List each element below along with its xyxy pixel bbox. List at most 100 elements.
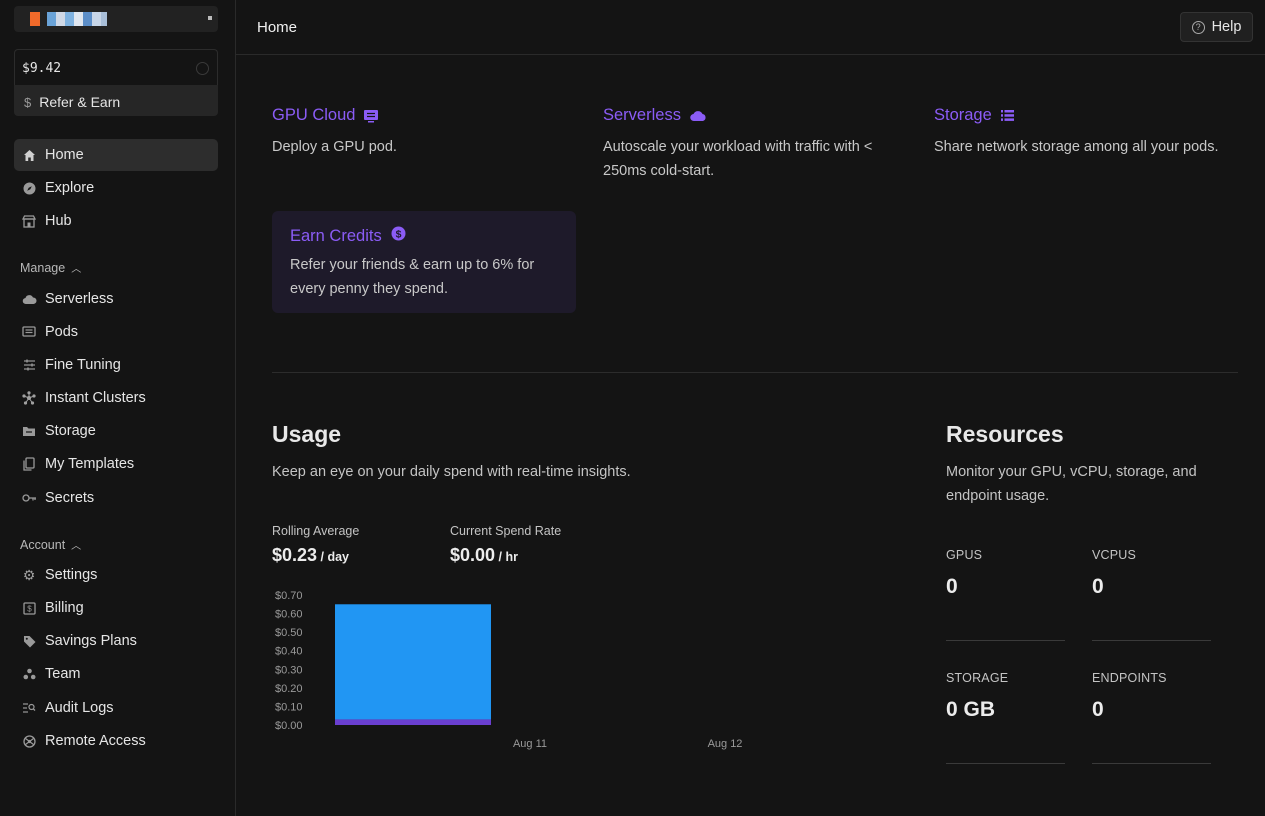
rolling-average-label: Rolling Average: [272, 524, 360, 538]
earn-credits-heading: Earn Credits $: [290, 226, 558, 246]
sidebar-item-hub[interactable]: Hub: [14, 205, 218, 237]
sidebar-item-label: Savings Plans: [45, 633, 137, 649]
sidebar-item-label: Pods: [45, 324, 79, 340]
refresh-ring-icon[interactable]: [196, 62, 209, 75]
y-tick-label: $0.30: [275, 664, 303, 676]
chevron-up-icon: ︿: [71, 264, 82, 275]
sidebar-item-team[interactable]: Team: [14, 658, 218, 690]
sidebar-item-serverless[interactable]: Serverless: [14, 283, 218, 315]
storage-divider: [946, 763, 1065, 764]
serverless-heading[interactable]: Serverless: [603, 106, 872, 125]
cloud-icon: [689, 110, 707, 122]
pods-icon: [21, 324, 37, 340]
y-tick-label: $0.70: [275, 590, 303, 602]
spend-rate-unit: / hr: [495, 550, 518, 564]
resources-desc-line2: endpoint usage.: [946, 488, 1050, 504]
account-switcher[interactable]: [14, 6, 218, 32]
spend-rate-label: Current Spend Rate: [450, 524, 562, 538]
help-button[interactable]: ? Help: [1180, 12, 1253, 42]
account-section-toggle[interactable]: Account ︿: [20, 537, 81, 552]
storage-heading[interactable]: Storage: [934, 106, 1219, 125]
earn-credits-desc-line2: every penny they spend.: [290, 281, 448, 297]
y-tick-label: $0.00: [275, 720, 303, 732]
help-label: Help: [1211, 19, 1242, 35]
earn-credits-title: Earn Credits: [290, 226, 382, 245]
sidebar-item-pods[interactable]: Pods: [14, 316, 218, 348]
storage-card[interactable]: Storage Share network storage among all …: [934, 106, 1219, 159]
usage-desc: Keep an eye on your daily spend with rea…: [272, 464, 631, 480]
vcpus-divider: [1092, 640, 1211, 641]
y-tick-label: $0.40: [275, 646, 303, 658]
folder-icon: [21, 423, 37, 439]
svg-text:$: $: [395, 228, 401, 240]
svg-text:$: $: [27, 604, 32, 613]
gpu-cloud-title: GPU Cloud: [272, 106, 356, 124]
billing-icon: $: [21, 600, 37, 616]
audit-icon: [21, 700, 37, 716]
monitor-icon: [363, 109, 379, 123]
sidebar-item-storage[interactable]: Storage: [14, 415, 218, 447]
sidebar-item-my-templates[interactable]: My Templates: [14, 448, 218, 480]
storage-value: 0 GB: [946, 698, 996, 721]
serverless-desc-line1: Autoscale your workload with traffic wit…: [603, 139, 873, 155]
sidebar-item-label: Hub: [45, 213, 72, 229]
gear-icon: ⚙: [22, 566, 36, 583]
sidebar-item-explore[interactable]: Explore: [14, 172, 218, 204]
sliders-icon: [21, 357, 37, 373]
earn-credits-card[interactable]: Earn Credits $ Refer your friends & earn…: [272, 211, 576, 313]
manage-section-toggle[interactable]: Manage ︿: [20, 260, 81, 275]
serverless-title: Serverless: [603, 106, 681, 124]
storage-label: STORAGE: [946, 671, 1009, 685]
sidebar-item-instant-clusters[interactable]: Instant Clusters: [14, 382, 218, 414]
serverless-desc: Autoscale your workload with traffic wit…: [603, 135, 872, 183]
vcpus-value: 0: [1092, 575, 1104, 598]
y-tick-label: $0.10: [275, 701, 303, 713]
account-name-blurred: [47, 12, 107, 26]
account-avatar-icon: [30, 12, 40, 26]
rolling-average-value: $0.23 / day: [272, 545, 349, 566]
globe-icon: [21, 733, 37, 749]
resources-desc-line1: Monitor your GPU, vCPU, storage, and: [946, 464, 1197, 480]
x-tick-label: Aug 11: [513, 738, 547, 750]
storage-title: Storage: [934, 106, 992, 124]
sidebar-item-fine-tuning[interactable]: Fine Tuning: [14, 349, 218, 381]
balance-display: $9.42: [14, 49, 218, 85]
top-header: Home ? Help: [236, 0, 1265, 55]
sidebar-item-label: Home: [45, 147, 84, 163]
sidebar-item-home[interactable]: Home: [14, 139, 218, 171]
gpu-cloud-heading[interactable]: GPU Cloud: [272, 106, 397, 125]
sidebar-item-billing[interactable]: $ Billing: [14, 592, 218, 624]
sidebar-item-label: My Templates: [45, 456, 135, 472]
y-tick-label: $0.50: [275, 627, 303, 639]
sidebar-item-settings[interactable]: ⚙ Settings: [14, 559, 218, 591]
bar-aug-10-series-0[interactable]: [335, 719, 491, 725]
endpoints-label: ENDPOINTS: [1092, 671, 1167, 685]
bar-aug-10-series-1[interactable]: [335, 604, 491, 720]
spend-rate-value: $0.00 / hr: [450, 545, 518, 566]
sidebar-item-secrets[interactable]: Secrets: [14, 482, 218, 514]
usage-title: Usage: [272, 421, 342, 447]
gpu-cloud-desc: Deploy a GPU pod.: [272, 139, 397, 155]
page-title: Home: [257, 19, 298, 36]
compass-icon: [21, 180, 37, 196]
team-icon: [21, 666, 37, 682]
sidebar-item-label: Remote Access: [45, 733, 146, 749]
dollar-circle-icon: $: [391, 226, 406, 246]
cloud-icon: [21, 291, 37, 307]
y-tick-label: $0.60: [275, 609, 303, 621]
sidebar-item-label: Fine Tuning: [45, 357, 121, 373]
serverless-card[interactable]: Serverless Autoscale your workload with …: [603, 106, 872, 183]
gpu-cloud-card[interactable]: GPU Cloud Deploy a GPU pod.: [272, 106, 397, 159]
home-icon: [21, 147, 37, 163]
refer-earn-label: Refer & Earn: [39, 94, 121, 110]
refer-earn-button[interactable]: $ Refer & Earn: [14, 85, 218, 116]
store-icon: [21, 213, 37, 229]
resources-desc: Monitor your GPU, vCPU, storage, and end…: [946, 460, 1197, 508]
gpus-label: GPUS: [946, 548, 983, 562]
sidebar-item-label: Secrets: [45, 490, 95, 506]
usage-chart: $0.70 $0.60 $0.50 $0.40 $0.30 $0.20 $0.10 $0.00…: [275, 590, 742, 750]
sidebar-item-savings-plans[interactable]: Savings Plans: [14, 625, 218, 657]
section-divider: [272, 372, 1238, 373]
sidebar-item-remote-access[interactable]: Remote Access: [14, 725, 218, 757]
sidebar-item-audit-logs[interactable]: Audit Logs: [14, 692, 218, 724]
